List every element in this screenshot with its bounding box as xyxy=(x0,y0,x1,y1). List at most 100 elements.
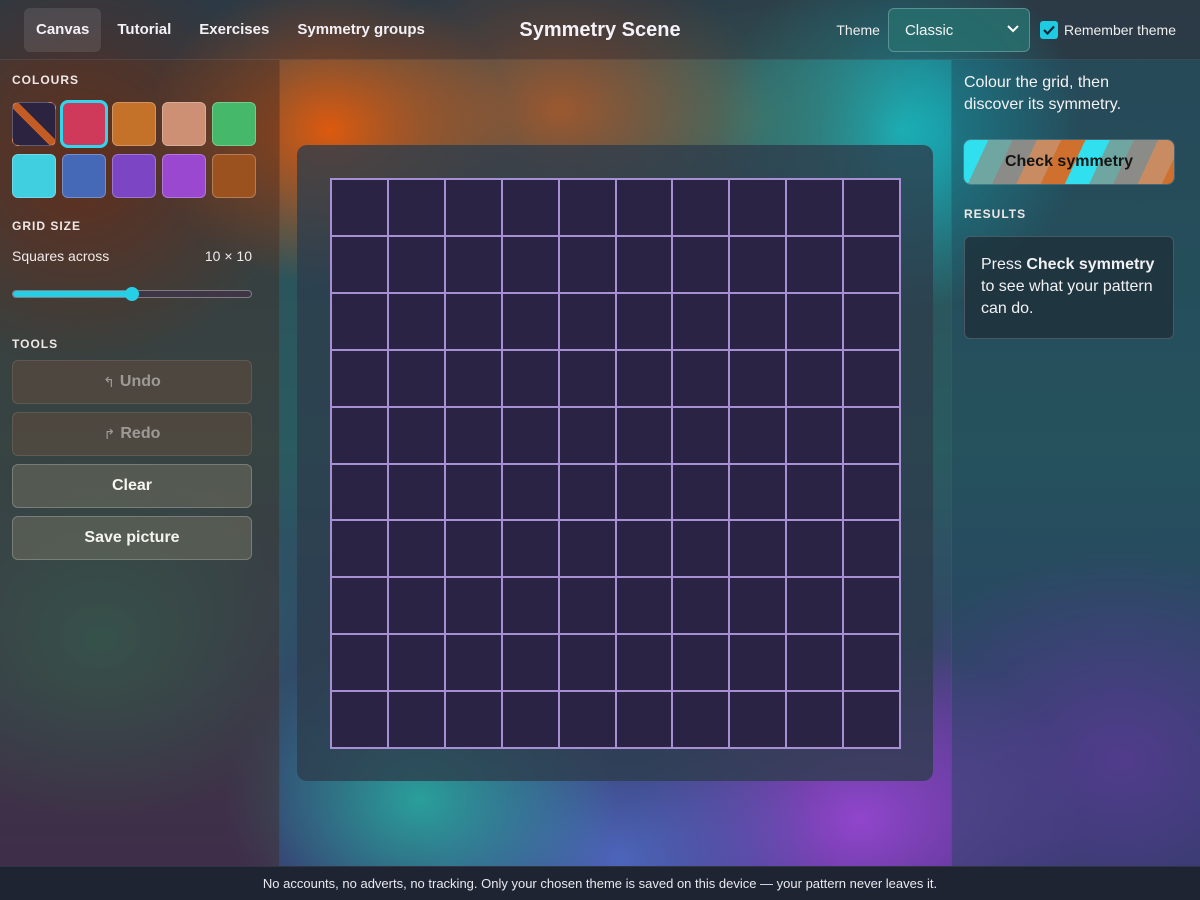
check-symmetry-button[interactable]: Check symmetry xyxy=(964,140,1174,184)
grid-cell[interactable] xyxy=(787,236,843,292)
remember-theme-toggle[interactable]: Remember theme xyxy=(1039,21,1176,39)
grid-cell[interactable] xyxy=(559,464,615,520)
tab-tutorial[interactable]: Tutorial xyxy=(105,8,183,52)
grid-cell[interactable] xyxy=(844,464,899,520)
grid-cell[interactable] xyxy=(787,692,843,747)
grid-cell[interactable] xyxy=(559,407,615,463)
grid-cell[interactable] xyxy=(673,692,729,747)
theme-select[interactable]: Classic xyxy=(887,8,1030,52)
grid-cell[interactable] xyxy=(844,578,899,634)
grid-cell[interactable] xyxy=(502,293,558,349)
grid-cell[interactable] xyxy=(388,578,444,634)
grid-cell[interactable] xyxy=(844,692,899,747)
grid-cell[interactable] xyxy=(502,407,558,463)
grid-cell[interactable] xyxy=(844,407,899,463)
swatch-red[interactable] xyxy=(60,100,108,148)
grid-cell[interactable] xyxy=(332,180,387,235)
grid-cell[interactable] xyxy=(388,407,444,463)
undo-button[interactable]: ↰ Undo xyxy=(12,360,252,404)
grid-cell[interactable] xyxy=(730,578,786,634)
grid-cell[interactable] xyxy=(787,578,843,634)
grid-cell[interactable] xyxy=(502,180,558,235)
grid-cell[interactable] xyxy=(787,180,843,235)
grid-cell[interactable] xyxy=(730,464,786,520)
grid-cell[interactable] xyxy=(502,578,558,634)
swatch-green[interactable] xyxy=(212,102,256,146)
grid-cell[interactable] xyxy=(844,521,899,577)
grid-cell[interactable] xyxy=(844,180,899,235)
grid-cell[interactable] xyxy=(730,692,786,747)
grid-cell[interactable] xyxy=(332,293,387,349)
grid-cell[interactable] xyxy=(445,407,501,463)
tab-symmetry-groups[interactable]: Symmetry groups xyxy=(285,8,437,52)
grid-cell[interactable] xyxy=(445,236,501,292)
grid-cell[interactable] xyxy=(787,635,843,691)
grid-cell[interactable] xyxy=(388,180,444,235)
tab-exercises[interactable]: Exercises xyxy=(187,8,281,52)
grid-cell[interactable] xyxy=(673,293,729,349)
grid-cell[interactable] xyxy=(332,692,387,747)
grid-cell[interactable] xyxy=(730,407,786,463)
grid-cell[interactable] xyxy=(502,464,558,520)
grid-cell[interactable] xyxy=(445,521,501,577)
grid-cell[interactable] xyxy=(559,521,615,577)
remember-theme-checkbox[interactable] xyxy=(1039,21,1058,39)
grid-cell[interactable] xyxy=(616,692,672,747)
grid-cell[interactable] xyxy=(388,236,444,292)
grid-cell[interactable] xyxy=(502,521,558,577)
grid-cell[interactable] xyxy=(445,692,501,747)
slider-thumb[interactable] xyxy=(125,287,139,301)
grid-cell[interactable] xyxy=(445,350,501,406)
grid-cell[interactable] xyxy=(616,350,672,406)
grid-cell[interactable] xyxy=(787,521,843,577)
swatch-indigo[interactable] xyxy=(112,154,156,198)
grid-cell[interactable] xyxy=(388,692,444,747)
grid-cell[interactable] xyxy=(730,521,786,577)
grid-cell[interactable] xyxy=(445,293,501,349)
grid-cell[interactable] xyxy=(616,578,672,634)
grid-cell[interactable] xyxy=(445,578,501,634)
grid-cell[interactable] xyxy=(844,293,899,349)
grid-cell[interactable] xyxy=(673,180,729,235)
grid-cell[interactable] xyxy=(445,180,501,235)
grid-cell[interactable] xyxy=(332,635,387,691)
grid-cell[interactable] xyxy=(559,180,615,235)
grid-cell[interactable] xyxy=(844,635,899,691)
grid-cell[interactable] xyxy=(388,635,444,691)
grid-cell[interactable] xyxy=(730,635,786,691)
grid-cell[interactable] xyxy=(332,350,387,406)
grid-cell[interactable] xyxy=(332,464,387,520)
grid-cell[interactable] xyxy=(730,236,786,292)
redo-button[interactable]: ↱ Redo xyxy=(12,412,252,456)
grid-cell[interactable] xyxy=(332,521,387,577)
grid-cell[interactable] xyxy=(559,692,615,747)
swatch-purple[interactable] xyxy=(162,154,206,198)
grid-cell[interactable] xyxy=(388,464,444,520)
grid-cell[interactable] xyxy=(616,635,672,691)
grid-cell[interactable] xyxy=(445,635,501,691)
grid-cell[interactable] xyxy=(559,350,615,406)
grid-cell[interactable] xyxy=(445,464,501,520)
grid-cell[interactable] xyxy=(616,293,672,349)
grid-cell[interactable] xyxy=(730,180,786,235)
grid-cell[interactable] xyxy=(502,635,558,691)
grid-cell[interactable] xyxy=(388,350,444,406)
grid-cell[interactable] xyxy=(673,407,729,463)
grid-cell[interactable] xyxy=(559,578,615,634)
grid-cell[interactable] xyxy=(559,236,615,292)
swatch-cyan[interactable] xyxy=(12,154,56,198)
grid-cell[interactable] xyxy=(673,635,729,691)
grid-cell[interactable] xyxy=(787,464,843,520)
swatch-peach[interactable] xyxy=(162,102,206,146)
swatch-brown[interactable] xyxy=(212,154,256,198)
grid-cell[interactable] xyxy=(559,635,615,691)
grid-cell[interactable] xyxy=(388,521,444,577)
grid-cell[interactable] xyxy=(673,521,729,577)
grid-cell[interactable] xyxy=(673,236,729,292)
grid-cell[interactable] xyxy=(502,350,558,406)
grid-cell[interactable] xyxy=(332,407,387,463)
grid-cell[interactable] xyxy=(673,464,729,520)
grid-cell[interactable] xyxy=(673,578,729,634)
grid-cell[interactable] xyxy=(730,293,786,349)
grid-cell[interactable] xyxy=(787,350,843,406)
